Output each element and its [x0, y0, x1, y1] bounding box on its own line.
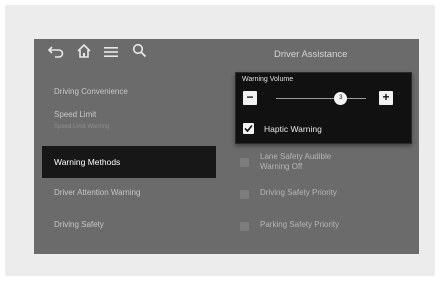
volume-slider-track[interactable]	[276, 98, 366, 99]
haptic-warning-checkbox[interactable]: Haptic Warning	[243, 123, 383, 137]
sidebar-item-label: Speed Limit	[54, 110, 97, 119]
option-parking-safety-priority[interactable]: Parking Safety Priority	[240, 220, 390, 232]
screen-frame: Driver Assistance Driving Convenience Sp…	[5, 5, 435, 276]
sidebar-item-label: Driver Attention Warning	[54, 188, 141, 197]
search-icon[interactable]	[132, 43, 147, 58]
sidebar-item-label: Driving Safety	[54, 220, 104, 229]
page-title: Driver Assistance	[274, 49, 348, 60]
volume-increase-button[interactable]: +	[379, 91, 393, 105]
volume-slider-knob[interactable]: 3	[334, 92, 348, 105]
back-icon[interactable]	[47, 44, 65, 58]
option-label: Parking Safety Priority	[260, 220, 340, 229]
checkbox[interactable]	[240, 190, 249, 199]
haptic-warning-label: Haptic Warning	[264, 124, 322, 134]
popup-title: Warning Volume	[242, 76, 294, 83]
home-icon[interactable]	[76, 43, 92, 59]
sidebar-item-warning-methods[interactable]: Warning Methods	[42, 146, 216, 178]
warning-volume-popup: Warning Volume − 3 + Haptic Warning	[235, 72, 412, 144]
volume-decrease-button[interactable]: −	[243, 91, 257, 105]
sidebar-item-sublabel: Speed Limit Warning	[54, 124, 110, 130]
option-label: Driving Safety Priority	[260, 188, 337, 197]
option-label: Lane Safety Audible	[260, 152, 332, 161]
infotainment-screen: Driver Assistance Driving Convenience Sp…	[34, 39, 419, 254]
sidebar-item-label: Driving Convenience	[54, 87, 128, 96]
sidebar-item-driving-safety[interactable]: Driving Safety	[42, 209, 216, 241]
checkbox-checked	[243, 123, 254, 134]
menu-icon[interactable]	[104, 45, 118, 57]
checkbox[interactable]	[240, 222, 249, 231]
top-bar: Driver Assistance	[34, 39, 419, 67]
option-lane-safety-audible[interactable]: Lane Safety Audible Warning Off	[240, 152, 390, 176]
sidebar-item-driver-attention-warning[interactable]: Driver Attention Warning	[42, 177, 216, 209]
sidebar-item-label: Warning Methods	[54, 157, 121, 167]
option-driving-safety-priority[interactable]: Driving Safety Priority	[240, 188, 390, 200]
checkmark-icon	[244, 124, 253, 133]
option-label-line2: Warning Off	[260, 162, 303, 171]
sidebar-item-driving-convenience[interactable]: Driving Convenience	[42, 76, 216, 108]
checkbox[interactable]	[240, 158, 249, 167]
sidebar-item-speed-limit[interactable]: Speed Limit Speed Limit Warning	[42, 108, 216, 140]
